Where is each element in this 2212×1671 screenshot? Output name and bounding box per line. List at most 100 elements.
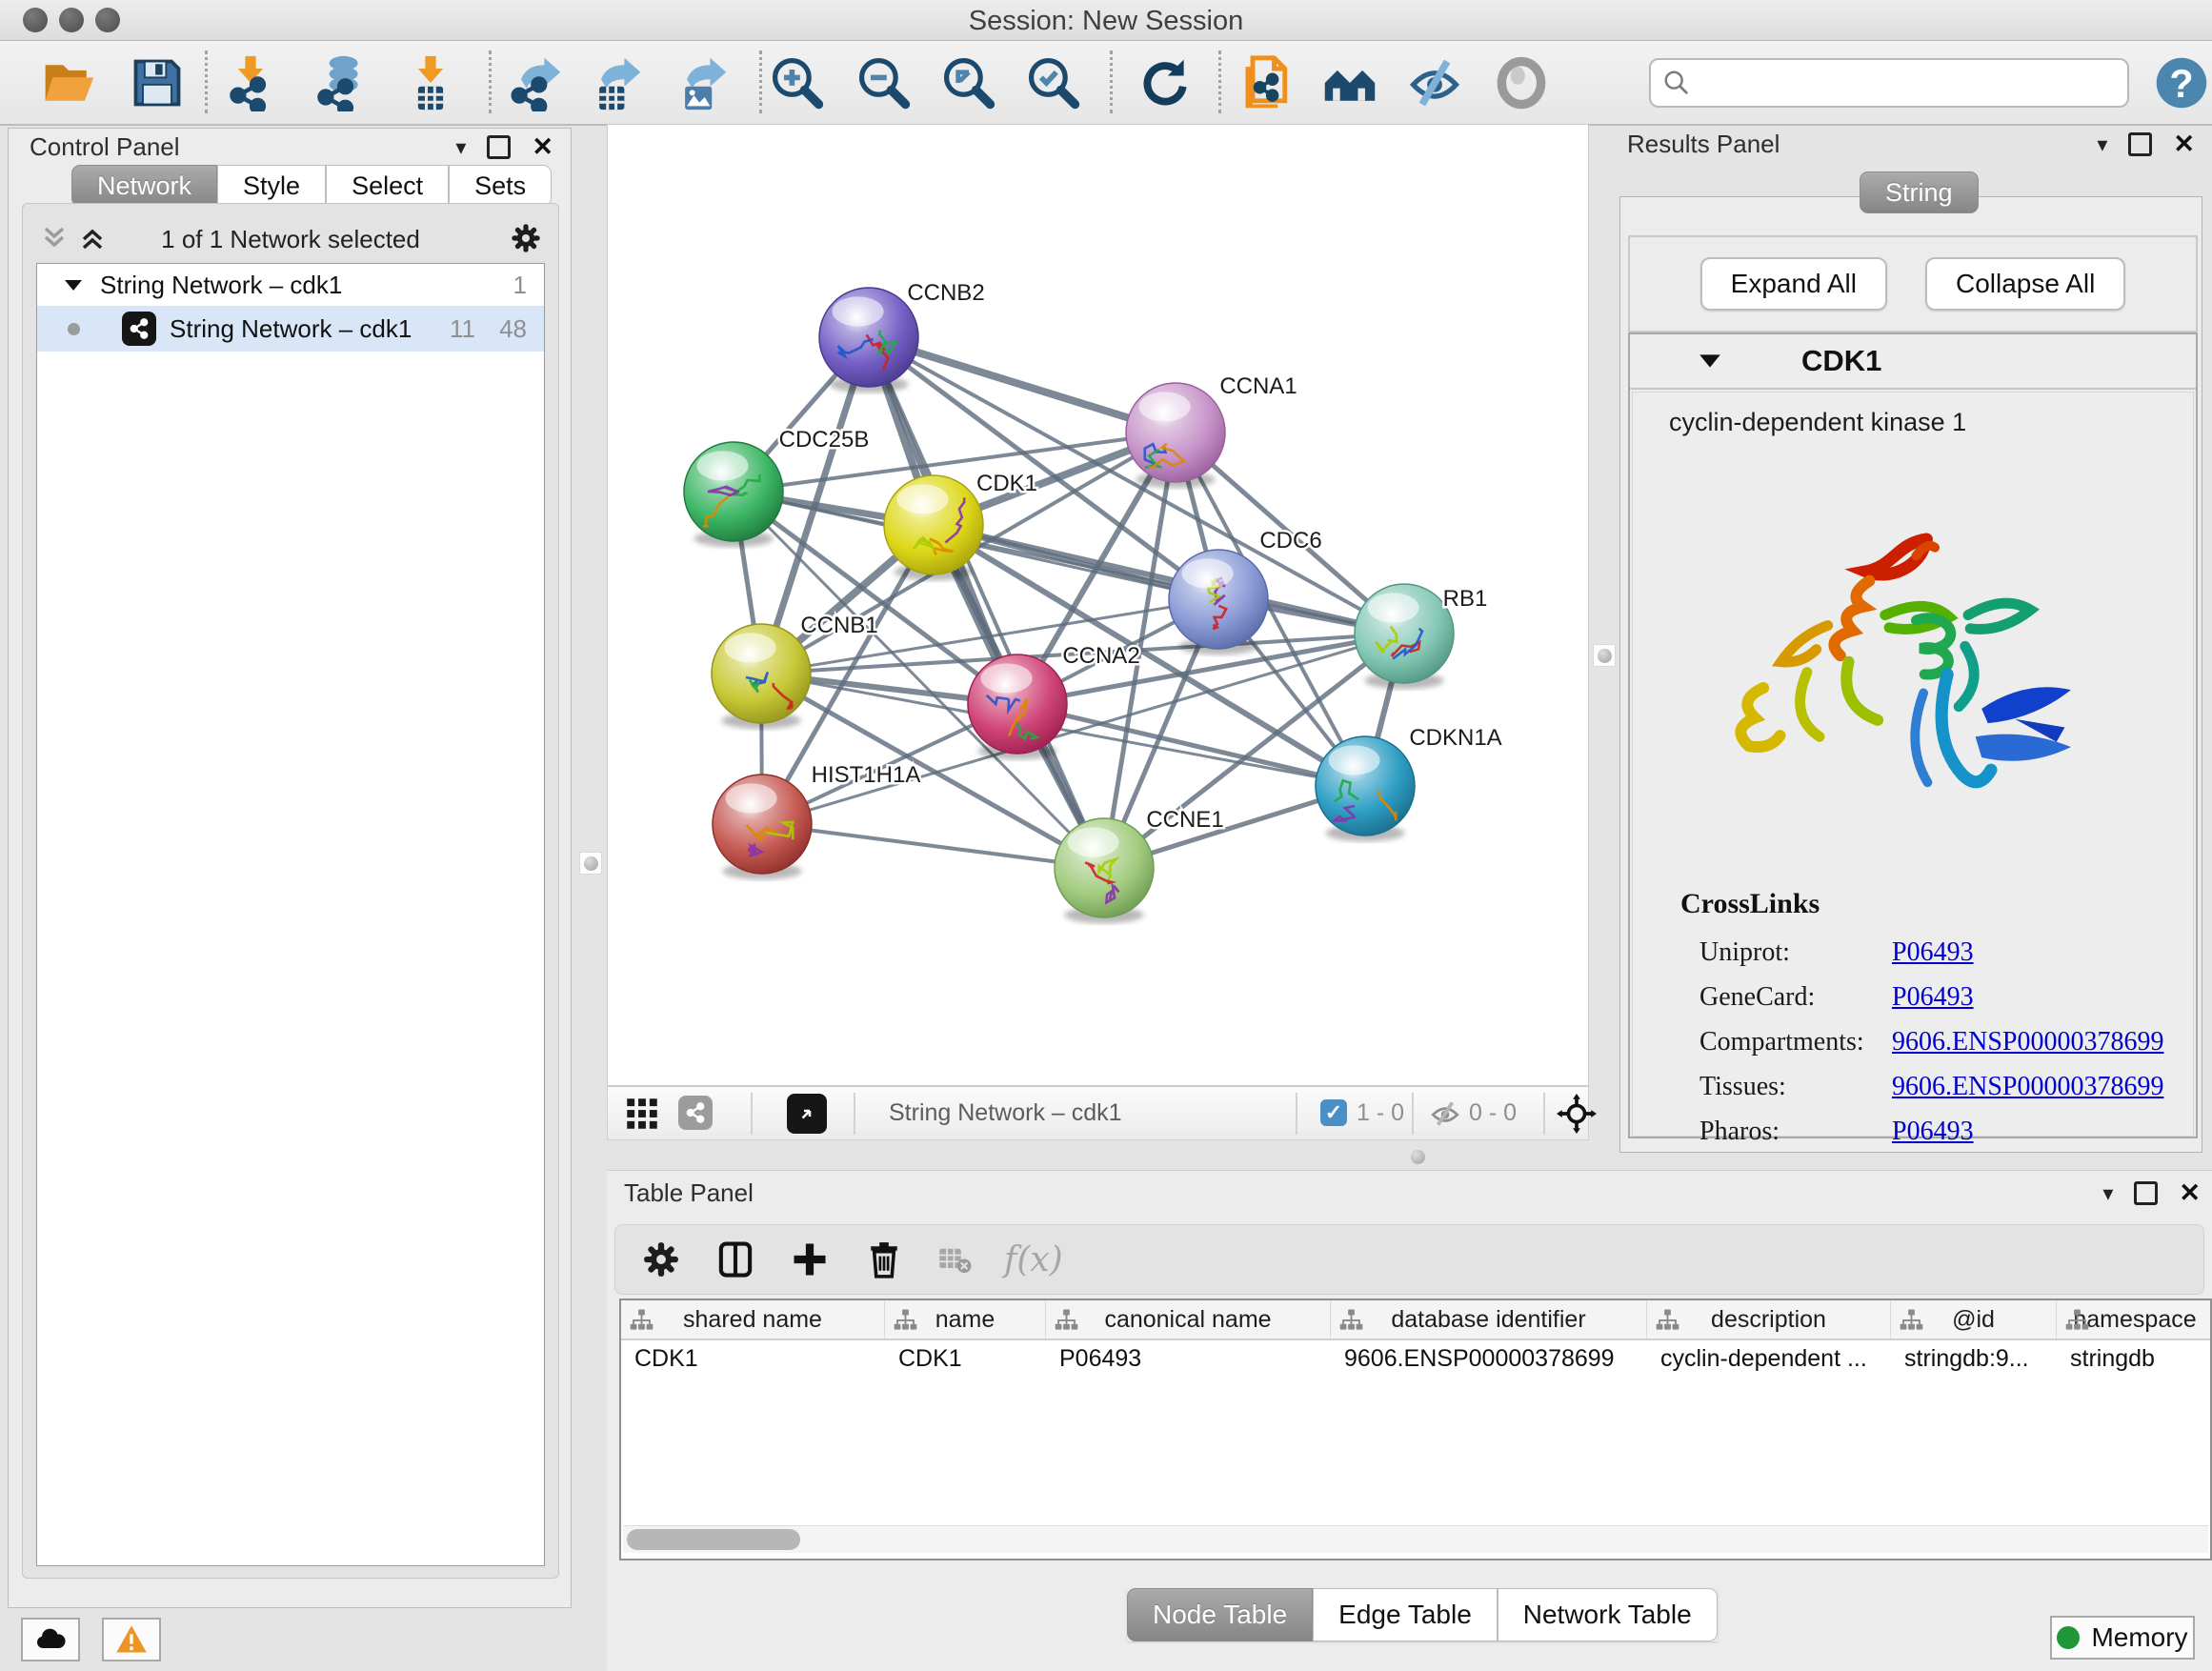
grid-view-icon[interactable] — [625, 1097, 659, 1131]
add-column-icon[interactable] — [789, 1238, 831, 1280]
edge-CCNA2-CDKN1A[interactable] — [1017, 704, 1365, 786]
import-table-button[interactable] — [399, 51, 462, 114]
close-panel-icon[interactable]: ✕ — [2179, 1180, 2201, 1206]
export-table-button[interactable] — [584, 51, 647, 114]
zoom-fit-button[interactable] — [937, 51, 1000, 114]
table-cell[interactable]: CDK1 — [885, 1340, 1046, 1379]
birds-eye-view-icon[interactable] — [787, 1094, 827, 1134]
import-network-button[interactable] — [219, 51, 282, 114]
network-view[interactable]: CCNB2CCNA1CDC25BCDK1CDC6RB1CCNB1CCNA2CDK… — [607, 124, 1589, 1086]
scrollbar-thumb[interactable] — [627, 1529, 800, 1550]
column-header-namespace[interactable]: namespace — [2057, 1300, 2212, 1339]
edge-HIST1H1A-CCNE1[interactable] — [762, 824, 1104, 868]
export-image-button[interactable] — [670, 51, 733, 114]
warning-status-button[interactable] — [102, 1618, 161, 1661]
crosslink-link[interactable]: P06493 — [1892, 1117, 1974, 1147]
panel-menu-icon[interactable]: ▾ — [2097, 132, 2107, 157]
node-CCNB1[interactable] — [712, 624, 811, 729]
cloud-status-button[interactable] — [21, 1618, 80, 1661]
column-header-canonical-name[interactable]: canonical name — [1046, 1300, 1331, 1339]
crosslink-link[interactable]: P06493 — [1892, 937, 1974, 968]
show-all-button[interactable] — [1490, 51, 1553, 114]
network-graph[interactable]: CCNB2CCNA1CDC25BCDK1CDC6RB1CCNB1CCNA2CDK… — [608, 125, 1588, 1085]
tab-style[interactable]: Style — [217, 165, 326, 207]
column-header-shared-name[interactable]: shared name — [621, 1300, 885, 1339]
network-collection-row[interactable]: String Network – cdk1 1 — [37, 264, 544, 306]
fit-content-crosshair-icon[interactable] — [1557, 1094, 1597, 1134]
node-label-RB1: RB1 — [1443, 586, 1488, 612]
tab-network-table[interactable]: Network Table — [1498, 1588, 1718, 1641]
float-panel-icon[interactable] — [487, 135, 511, 159]
table-cell[interactable]: 9606.ENSP00000378699 — [1331, 1340, 1647, 1379]
hidden-eye-slash-icon[interactable] — [1429, 1097, 1461, 1130]
table-cell[interactable]: P06493 — [1046, 1340, 1331, 1379]
column-header-database-identifier[interactable]: database identifier — [1331, 1300, 1647, 1339]
bottom-splitter-handle[interactable] — [1411, 1150, 1425, 1164]
close-panel-icon[interactable]: ✕ — [2173, 131, 2195, 157]
crosslink-link[interactable]: 9606.ENSP00000378699 — [1892, 1072, 2163, 1102]
table-cell[interactable]: stringdb — [2057, 1340, 2212, 1379]
column-header-name[interactable]: name — [885, 1300, 1046, 1339]
first-neighbors-button[interactable] — [1318, 51, 1381, 114]
expander-triangle-icon[interactable] — [64, 278, 83, 292]
column-header-description[interactable]: description — [1647, 1300, 1891, 1339]
crosslink-link[interactable]: P06493 — [1892, 982, 1974, 1013]
collapse-all-button[interactable]: Collapse All — [1925, 257, 2125, 311]
gear-icon[interactable] — [640, 1238, 682, 1280]
node-table[interactable]: shared namenamecanonical namedatabase id… — [619, 1299, 2212, 1560]
node-HIST1H1A[interactable] — [713, 775, 812, 879]
zoom-in-button[interactable] — [766, 51, 829, 114]
tab-select[interactable]: Select — [326, 165, 449, 207]
node-CDKN1A[interactable] — [1316, 736, 1415, 841]
right-splitter-handle[interactable] — [1593, 644, 1616, 667]
select-columns-icon[interactable] — [714, 1238, 756, 1280]
network-row-selected[interactable]: String Network – cdk1 11 48 — [37, 306, 544, 352]
close-panel-icon[interactable]: ✕ — [532, 134, 553, 160]
node-CCNA1[interactable] — [1126, 383, 1225, 488]
publication-export-button[interactable] — [1236, 51, 1298, 114]
edge-CDK1-RB1[interactable] — [934, 525, 1404, 634]
node-RB1[interactable] — [1355, 584, 1454, 689]
table-cell[interactable]: stringdb:9... — [1891, 1340, 2057, 1379]
section-collapse-triangle-icon[interactable] — [1699, 353, 1721, 369]
export-network-button[interactable] — [504, 51, 567, 114]
search-input[interactable] — [1691, 63, 2127, 103]
panel-menu-icon[interactable]: ▾ — [2102, 1181, 2113, 1206]
table-row[interactable]: CDK1CDK1P064939606.ENSP00000378699cyclin… — [621, 1340, 2210, 1379]
search-field[interactable] — [1649, 58, 2129, 108]
tab-network[interactable]: Network — [71, 165, 217, 207]
node-CDC6[interactable] — [1169, 550, 1268, 654]
tab-string[interactable]: String — [1860, 171, 1979, 213]
refresh-button[interactable] — [1133, 51, 1196, 114]
gene-section-header[interactable]: CDK1 — [1630, 334, 2196, 390]
tab-edge-table[interactable]: Edge Table — [1313, 1588, 1498, 1641]
float-panel-icon[interactable] — [2128, 132, 2152, 156]
crosslink-link[interactable]: 9606.ENSP00000378699 — [1892, 1027, 2163, 1057]
left-splitter-handle[interactable] — [579, 852, 602, 875]
table-cell[interactable]: CDK1 — [621, 1340, 885, 1379]
table-cell[interactable]: cyclin-dependent ... — [1647, 1340, 1891, 1379]
node-CDC25B[interactable] — [684, 442, 783, 547]
open-session-button[interactable] — [37, 51, 100, 114]
tab-sets[interactable]: Sets — [449, 165, 552, 207]
selected-checkbox[interactable]: ✓ — [1320, 1099, 1347, 1126]
zoom-selected-button[interactable] — [1022, 51, 1085, 114]
save-session-button[interactable] — [126, 51, 189, 114]
help-button[interactable]: ? — [2150, 51, 2212, 114]
float-panel-icon[interactable] — [2134, 1181, 2158, 1205]
column-header--id[interactable]: @id — [1891, 1300, 2057, 1339]
edges[interactable] — [734, 337, 1404, 868]
import-database-button[interactable] — [307, 51, 370, 114]
panel-menu-icon[interactable]: ▾ — [455, 135, 466, 160]
network-share-icon[interactable] — [678, 1096, 713, 1130]
zoom-out-button[interactable] — [853, 51, 915, 114]
edge-CCNB2-CCNE1[interactable] — [869, 337, 1104, 868]
horizontal-scrollbar[interactable] — [623, 1525, 2208, 1553]
hide-selected-button[interactable] — [1403, 51, 1466, 114]
tab-node-table[interactable]: Node Table — [1127, 1588, 1313, 1641]
expand-all-button[interactable]: Expand All — [1700, 257, 1887, 311]
gear-icon[interactable] — [509, 221, 543, 255]
node-CCNE1[interactable] — [1055, 818, 1154, 923]
memory-status-button[interactable]: Memory — [2050, 1616, 2195, 1660]
delete-column-icon[interactable] — [863, 1238, 905, 1280]
